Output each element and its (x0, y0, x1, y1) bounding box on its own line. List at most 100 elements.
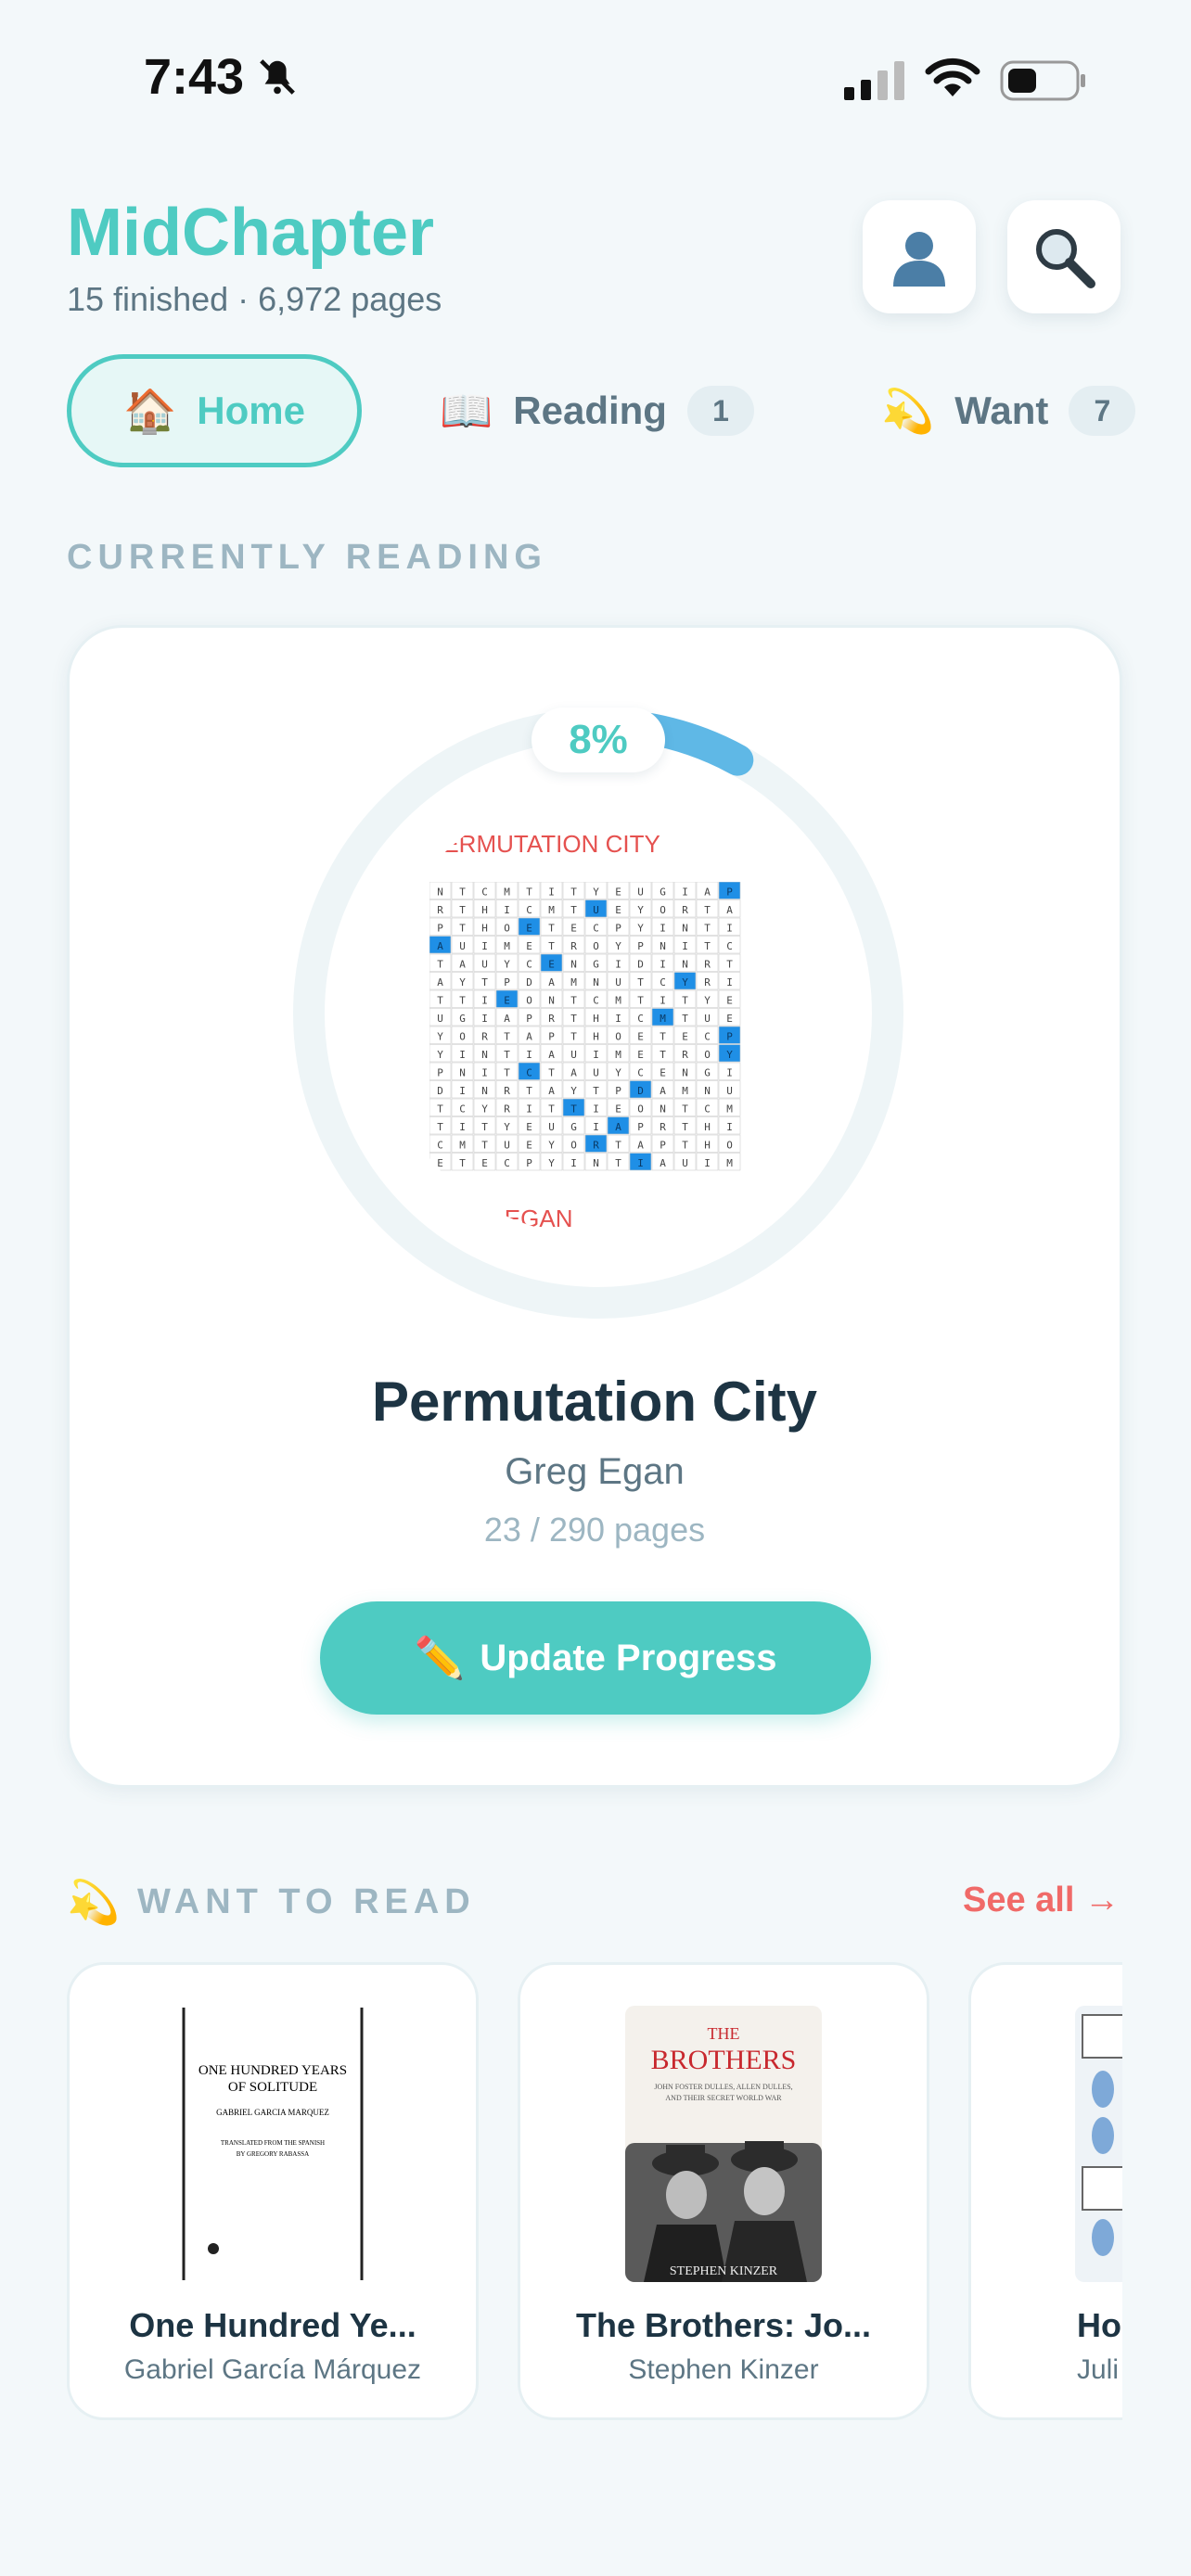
svg-text:R: R (682, 904, 688, 916)
svg-text:U: U (593, 904, 599, 916)
want-book-card[interactable]: Ho Juli (968, 1962, 1122, 2420)
svg-text:N: N (459, 1067, 466, 1079)
tab-home[interactable]: 🏠 Home (67, 354, 362, 467)
svg-text:A: A (526, 1031, 532, 1043)
svg-text:E: E (637, 1031, 644, 1043)
svg-text:Y: Y (726, 1049, 733, 1061)
cover-line: STEPHEN KINZER (670, 2264, 778, 2278)
svg-text:A: A (704, 886, 711, 899)
svg-text:I: I (459, 1049, 466, 1061)
svg-text:O: O (726, 1140, 733, 1152)
svg-text:C: C (726, 940, 733, 952)
want-book-title: The Brothers: Jo... (575, 2306, 872, 2344)
update-progress-button[interactable]: ✏️ Update Progress (320, 1601, 871, 1715)
cellular-signal-icon (844, 61, 904, 100)
svg-text:T: T (637, 976, 644, 988)
svg-text:C: C (704, 1103, 711, 1116)
svg-text:I: I (637, 1157, 644, 1169)
svg-text:I: I (704, 1157, 711, 1169)
book-cover (1075, 2006, 1122, 2282)
want-book-card[interactable]: THE BROTHERS JOHN FOSTER DULLES, ALLEN D… (518, 1962, 929, 2420)
svg-text:T: T (459, 995, 466, 1007)
svg-text:T: T (726, 959, 733, 971)
svg-text:I: I (660, 959, 666, 971)
svg-text:A: A (504, 1013, 510, 1025)
svg-text:I: I (570, 1157, 577, 1169)
svg-text:O: O (459, 1031, 466, 1043)
svg-text:I: I (481, 940, 488, 952)
svg-text:I: I (726, 1121, 733, 1133)
svg-text:T: T (437, 1121, 443, 1133)
svg-text:I: I (481, 1067, 488, 1079)
want-book-author: Juli (1077, 2354, 1120, 2385)
svg-text:P: P (504, 976, 510, 988)
svg-text:T: T (615, 1157, 621, 1169)
svg-text:M: M (615, 995, 621, 1007)
svg-text:T: T (481, 976, 488, 988)
svg-text:P: P (526, 1157, 532, 1169)
svg-text:N: N (437, 886, 443, 899)
tab-want[interactable]: 💫 Want 7 (881, 354, 1136, 467)
svg-text:O: O (704, 1049, 711, 1061)
svg-text:C: C (526, 959, 532, 971)
svg-text:I: I (526, 1103, 532, 1116)
svg-text:T: T (615, 1140, 621, 1152)
svg-text:M: M (660, 1013, 666, 1025)
svg-text:O: O (504, 923, 510, 935)
profile-button[interactable] (863, 200, 976, 313)
current-book-card[interactable]: PERMUTATION CITY NTCMTITYEUGIAPRTHICMTUE… (67, 625, 1122, 1788)
svg-text:M: M (504, 886, 510, 899)
svg-text:R: R (593, 1140, 599, 1152)
svg-text:H: H (704, 1121, 711, 1133)
cover-line: OF SOLITUDE (228, 2080, 317, 2095)
tab-want-label: Want (954, 389, 1049, 432)
svg-text:I: I (459, 1121, 466, 1133)
cover-letter-grid: N T C M T I T Y E U G I A PR T H I C M T U E Y O R T AP T H O E T E C P Y I N… (429, 882, 741, 1171)
svg-text:N: N (570, 959, 577, 971)
svg-text:T: T (682, 1121, 688, 1133)
cover-author-text: GREG EGAN (427, 1205, 573, 1232)
svg-text:P: P (660, 1140, 666, 1152)
svg-text:C: C (637, 1013, 644, 1025)
svg-text:N: N (682, 959, 688, 971)
bell-off-icon (260, 59, 295, 95)
svg-text:A: A (637, 1140, 644, 1152)
svg-text:N: N (660, 1103, 666, 1116)
search-button[interactable] (1007, 200, 1121, 313)
svg-text:E: E (615, 1103, 621, 1116)
profile-icon (893, 232, 945, 287)
tab-reading[interactable]: 📖 Reading 1 (440, 354, 754, 467)
svg-text:I: I (481, 1013, 488, 1025)
want-book-author: Gabriel García Márquez (123, 2354, 422, 2385)
svg-text:T: T (682, 1103, 688, 1116)
svg-text:M: M (615, 1049, 621, 1061)
svg-text:U: U (615, 976, 621, 988)
svg-text:N: N (481, 1085, 488, 1097)
svg-text:A: A (437, 976, 443, 988)
currently-reading-heading: CURRENTLY READING (67, 538, 547, 577)
svg-text:T: T (570, 1031, 577, 1043)
svg-text:T: T (570, 1013, 577, 1025)
svg-text:A: A (570, 1067, 577, 1079)
svg-text:T: T (437, 1103, 443, 1116)
svg-text:U: U (593, 1067, 599, 1079)
svg-text:N: N (704, 1085, 711, 1097)
svg-text:A: A (548, 1085, 555, 1097)
book-cover: THE BROTHERS JOHN FOSTER DULLES, ALLEN D… (625, 2006, 822, 2282)
svg-text:R: R (481, 1031, 488, 1043)
svg-text:I: I (682, 940, 688, 952)
svg-text:D: D (437, 1085, 443, 1097)
svg-text:T: T (437, 959, 443, 971)
svg-text:Y: Y (637, 923, 644, 935)
see-all-link[interactable]: See all → (963, 1881, 1120, 1920)
pencil-icon: ✏️ (414, 1636, 466, 1681)
want-book-card[interactable]: ONE HUNDRED YEARS OF SOLITUDE GABRIEL GA… (67, 1962, 479, 2420)
cover-line: TRANSLATED FROM THE SPANISH (221, 2139, 325, 2147)
svg-text:T: T (682, 1013, 688, 1025)
svg-text:Y: Y (570, 1085, 577, 1097)
status-bar: 7:43 (0, 0, 1191, 139)
want-to-read-carousel[interactable]: ONE HUNDRED YEARS OF SOLITUDE GABRIEL GA… (67, 1962, 1122, 2426)
svg-text:T: T (459, 886, 466, 899)
svg-text:I: I (726, 923, 733, 935)
svg-text:G: G (570, 1121, 577, 1133)
